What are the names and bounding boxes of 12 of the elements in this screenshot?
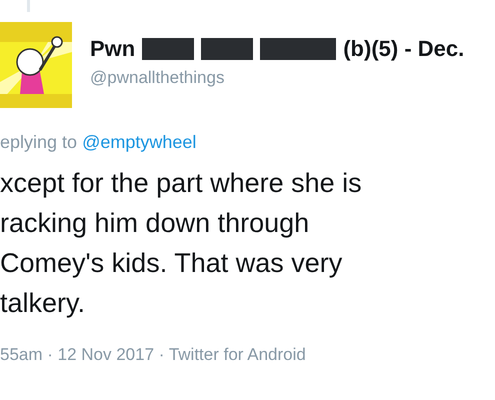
tweet-meta: 55am · 12 Nov 2017 · Twitter for Android <box>0 345 307 365</box>
redaction-block <box>201 38 254 60</box>
author-handle: @pwnallthethings <box>90 68 226 88</box>
redaction-block <box>142 38 194 60</box>
tweet-text-line: talkery. <box>0 287 86 320</box>
author-name: Pwn <box>90 36 136 62</box>
tweet-text-line: racking him down through <box>0 207 310 240</box>
mention-link[interactable]: @emptywheel <box>82 132 196 153</box>
tweet-text-line: xcept for the part where she is <box>0 167 363 200</box>
replying-to-label: eplying to <box>0 132 78 153</box>
tweet-text-line: Comey's kids. That was very <box>0 247 344 280</box>
author-name: (b)(5) - Dec. <box>343 36 464 62</box>
